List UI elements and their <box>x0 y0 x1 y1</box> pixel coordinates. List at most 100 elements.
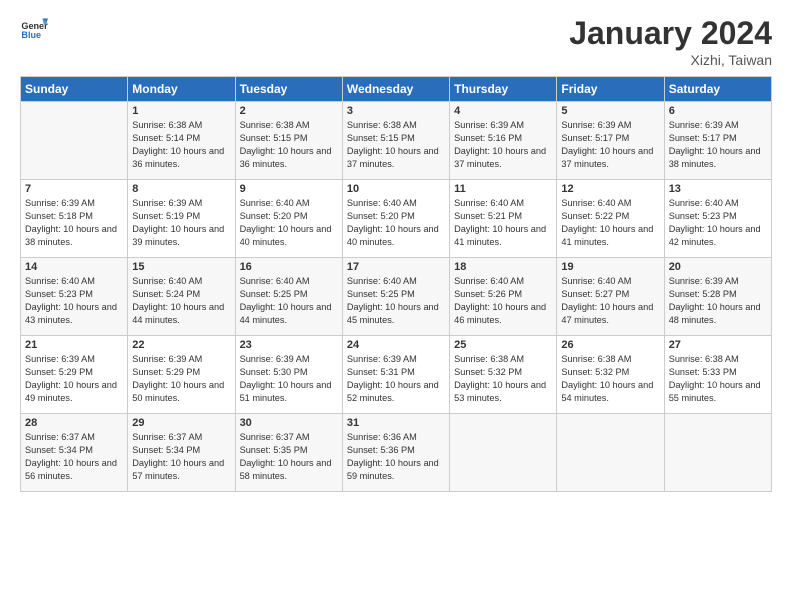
calendar-cell: 12 Sunrise: 6:40 AMSunset: 5:22 PMDayligh… <box>557 180 664 258</box>
calendar-cell: 14Sunrise: 6:40 AMSunset: 5:23 PMDayligh… <box>21 258 128 336</box>
location: Xizhi, Taiwan <box>569 52 772 68</box>
day-number: 4 <box>454 105 552 117</box>
day-header-monday: Monday <box>128 77 235 102</box>
day-number: 16 <box>240 261 338 273</box>
day-info: Sunrise: 6:40 AMSunset: 5:21 PMDaylight:… <box>454 197 552 249</box>
day-info: Sunrise: 6:40 AMSunset: 5:23 PMDaylight:… <box>25 275 123 327</box>
calendar-cell: 3Sunrise: 6:38 AMSunset: 5:15 PMDaylight… <box>342 102 449 180</box>
week-row-1: 1Sunrise: 6:38 AMSunset: 5:14 PMDaylight… <box>21 102 772 180</box>
day-header-sunday: Sunday <box>21 77 128 102</box>
day-info: Sunrise: 6:37 AMSunset: 5:35 PMDaylight:… <box>240 431 338 483</box>
day-number: 26 <box>561 339 659 351</box>
day-header-friday: Friday <box>557 77 664 102</box>
day-number: 27 <box>669 339 767 351</box>
week-row-3: 14Sunrise: 6:40 AMSunset: 5:23 PMDayligh… <box>21 258 772 336</box>
day-number: 28 <box>25 417 123 429</box>
calendar-cell: 26 Sunrise: 6:38 AMSunset: 5:32 PMDayligh… <box>557 336 664 414</box>
calendar-cell: 15Sunrise: 6:40 AMSunset: 5:24 PMDayligh… <box>128 258 235 336</box>
calendar-cell <box>21 102 128 180</box>
day-info: Sunrise: 6:39 AMSunset: 5:31 PMDaylight:… <box>347 353 445 405</box>
logo: General Blue <box>20 15 48 43</box>
day-number: 9 <box>240 183 338 195</box>
calendar-cell: 4 Sunrise: 6:39 AMSunset: 5:16 PMDaylight… <box>450 102 557 180</box>
calendar-cell: 17 Sunrise: 6:40 AMSunset: 5:25 PMDayligh… <box>342 258 449 336</box>
calendar-cell: 8Sunrise: 6:39 AMSunset: 5:19 PMDaylight… <box>128 180 235 258</box>
day-info: Sunrise: 6:38 AMSunset: 5:32 PMDaylight:… <box>561 353 659 405</box>
header-row: SundayMondayTuesdayWednesdayThursdayFrid… <box>21 77 772 102</box>
day-header-saturday: Saturday <box>664 77 771 102</box>
day-info: Sunrise: 6:39 AMSunset: 5:17 PMDaylight:… <box>561 119 659 171</box>
calendar-body: 1Sunrise: 6:38 AMSunset: 5:14 PMDaylight… <box>21 102 772 492</box>
day-info: Sunrise: 6:38 AMSunset: 5:33 PMDaylight:… <box>669 353 767 405</box>
day-number: 3 <box>347 105 445 117</box>
day-number: 18 <box>454 261 552 273</box>
day-number: 10 <box>347 183 445 195</box>
day-header-thursday: Thursday <box>450 77 557 102</box>
day-number: 11 <box>454 183 552 195</box>
svg-text:Blue: Blue <box>21 30 41 40</box>
calendar-cell: 21 Sunrise: 6:39 AMSunset: 5:29 PMDayligh… <box>21 336 128 414</box>
day-number: 20 <box>669 261 767 273</box>
day-header-wednesday: Wednesday <box>342 77 449 102</box>
logo-icon: General Blue <box>20 15 48 43</box>
day-number: 21 <box>25 339 123 351</box>
day-info: Sunrise: 6:38 AMSunset: 5:32 PMDaylight:… <box>454 353 552 405</box>
day-info: Sunrise: 6:39 AMSunset: 5:29 PMDaylight:… <box>25 353 123 405</box>
calendar-cell <box>664 414 771 492</box>
day-info: Sunrise: 6:39 AMSunset: 5:18 PMDaylight:… <box>25 197 123 249</box>
month-title: January 2024 <box>569 15 772 52</box>
header: General Blue January 2024 Xizhi, Taiwan <box>20 15 772 68</box>
day-info: Sunrise: 6:40 AMSunset: 5:23 PMDaylight:… <box>669 197 767 249</box>
calendar-cell: 22 Sunrise: 6:39 AMSunset: 5:29 PMDayligh… <box>128 336 235 414</box>
title-area: January 2024 Xizhi, Taiwan <box>569 15 772 68</box>
calendar-table: SundayMondayTuesdayWednesdayThursdayFrid… <box>20 76 772 492</box>
calendar-cell: 28 Sunrise: 6:37 AMSunset: 5:34 PMDayligh… <box>21 414 128 492</box>
calendar-cell: 16Sunrise: 6:40 AMSunset: 5:25 PMDayligh… <box>235 258 342 336</box>
week-row-4: 21 Sunrise: 6:39 AMSunset: 5:29 PMDayligh… <box>21 336 772 414</box>
calendar-cell: 9Sunrise: 6:40 AMSunset: 5:20 PMDaylight… <box>235 180 342 258</box>
day-number: 31 <box>347 417 445 429</box>
calendar-cell: 7 Sunrise: 6:39 AMSunset: 5:18 PMDaylight… <box>21 180 128 258</box>
day-info: Sunrise: 6:38 AMSunset: 5:15 PMDaylight:… <box>240 119 338 171</box>
day-info: Sunrise: 6:36 AMSunset: 5:36 PMDaylight:… <box>347 431 445 483</box>
day-number: 7 <box>25 183 123 195</box>
day-number: 5 <box>561 105 659 117</box>
calendar-cell <box>450 414 557 492</box>
day-number: 17 <box>347 261 445 273</box>
day-number: 13 <box>669 183 767 195</box>
calendar-cell: 19Sunrise: 6:40 AMSunset: 5:27 PMDayligh… <box>557 258 664 336</box>
calendar-cell: 29Sunrise: 6:37 AMSunset: 5:34 PMDayligh… <box>128 414 235 492</box>
day-number: 22 <box>132 339 230 351</box>
day-number: 6 <box>669 105 767 117</box>
day-number: 15 <box>132 261 230 273</box>
day-info: Sunrise: 6:40 AMSunset: 5:20 PMDaylight:… <box>347 197 445 249</box>
calendar-cell: 25Sunrise: 6:38 AMSunset: 5:32 PMDayligh… <box>450 336 557 414</box>
day-header-tuesday: Tuesday <box>235 77 342 102</box>
day-number: 2 <box>240 105 338 117</box>
day-info: Sunrise: 6:40 AMSunset: 5:26 PMDaylight:… <box>454 275 552 327</box>
day-info: Sunrise: 6:39 AMSunset: 5:29 PMDaylight:… <box>132 353 230 405</box>
day-number: 12 <box>561 183 659 195</box>
main-container: General Blue January 2024 Xizhi, Taiwan … <box>0 0 792 502</box>
day-number: 1 <box>132 105 230 117</box>
calendar-cell: 24 Sunrise: 6:39 AMSunset: 5:31 PMDayligh… <box>342 336 449 414</box>
day-info: Sunrise: 6:40 AMSunset: 5:22 PMDaylight:… <box>561 197 659 249</box>
day-number: 30 <box>240 417 338 429</box>
calendar-cell: 11 Sunrise: 6:40 AMSunset: 5:21 PMDayligh… <box>450 180 557 258</box>
calendar-cell: 27 Sunrise: 6:38 AMSunset: 5:33 PMDayligh… <box>664 336 771 414</box>
day-info: Sunrise: 6:39 AMSunset: 5:16 PMDaylight:… <box>454 119 552 171</box>
calendar-cell: 13 Sunrise: 6:40 AMSunset: 5:23 PMDayligh… <box>664 180 771 258</box>
day-number: 24 <box>347 339 445 351</box>
day-info: Sunrise: 6:40 AMSunset: 5:25 PMDaylight:… <box>347 275 445 327</box>
calendar-cell: 6Sunrise: 6:39 AMSunset: 5:17 PMDaylight… <box>664 102 771 180</box>
calendar-cell: 30 Sunrise: 6:37 AMSunset: 5:35 PMDayligh… <box>235 414 342 492</box>
day-info: Sunrise: 6:37 AMSunset: 5:34 PMDaylight:… <box>25 431 123 483</box>
week-row-2: 7 Sunrise: 6:39 AMSunset: 5:18 PMDaylight… <box>21 180 772 258</box>
day-info: Sunrise: 6:40 AMSunset: 5:27 PMDaylight:… <box>561 275 659 327</box>
day-info: Sunrise: 6:39 AMSunset: 5:19 PMDaylight:… <box>132 197 230 249</box>
calendar-cell: 10 Sunrise: 6:40 AMSunset: 5:20 PMDayligh… <box>342 180 449 258</box>
calendar-cell: 1Sunrise: 6:38 AMSunset: 5:14 PMDaylight… <box>128 102 235 180</box>
day-info: Sunrise: 6:37 AMSunset: 5:34 PMDaylight:… <box>132 431 230 483</box>
calendar-cell: 5 Sunrise: 6:39 AMSunset: 5:17 PMDaylight… <box>557 102 664 180</box>
calendar-cell: 31 Sunrise: 6:36 AMSunset: 5:36 PMDayligh… <box>342 414 449 492</box>
